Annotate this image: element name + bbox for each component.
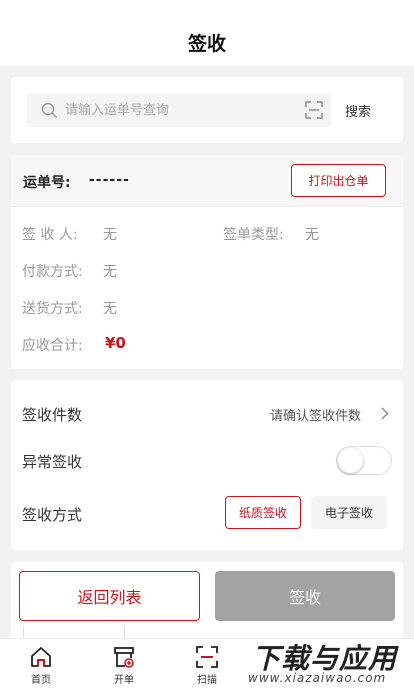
order-number-value: ------ (89, 172, 130, 188)
new-order-icon (114, 647, 134, 668)
scan-icon (196, 646, 218, 668)
watermark-logo: 下载与应用 www.xiazaiwao.com (248, 637, 412, 691)
total-due-value: ¥0 (105, 334, 126, 352)
order-number-label: 运单号: (23, 175, 71, 191)
payment-method-value: 无 (103, 264, 117, 280)
sign-button[interactable]: 签收 (215, 571, 395, 621)
tab-scan[interactable]: 扫描 (187, 645, 227, 686)
chevron-right-icon[interactable] (381, 407, 389, 420)
abnormal-sign-label: 异常签收 (22, 453, 83, 471)
watermark-url: www.xiazaiwao.com (248, 671, 387, 685)
search-input[interactable] (65, 93, 295, 127)
back-to-list-button[interactable]: 返回列表 (19, 571, 200, 621)
tab-home-label: 首页 (31, 675, 51, 686)
total-due-label: 应收合计: (22, 338, 83, 354)
toggle-knob (338, 448, 363, 473)
action-card: 返回列表 签收 (11, 562, 403, 642)
search-card: 搜索 (11, 77, 403, 143)
sign-options-card: 签收件数 请确认签收件数 异常签收 签收方式 纸质签收 电子签收 (11, 380, 403, 550)
abnormal-sign-toggle[interactable] (336, 446, 392, 475)
sign-count-hint[interactable]: 请确认签收件数 (270, 405, 361, 424)
scan-icon[interactable] (305, 101, 323, 119)
sign-count-label: 签收件数 (22, 406, 83, 424)
app-header: 签收 (0, 0, 414, 66)
order-card: 运单号: ------ 打印出仓单 签 收 人: 无 签单类型: 无 付款方式:… (11, 155, 403, 369)
search-box[interactable] (27, 93, 331, 127)
page-title: 签收 (187, 33, 226, 55)
tab-home[interactable]: 首页 (21, 645, 61, 686)
search-icon (41, 102, 58, 119)
receiver-label: 签 收 人: (22, 227, 78, 243)
paper-sign-button[interactable]: 纸质签收 (225, 496, 301, 529)
payment-method-label: 付款方式: (22, 264, 83, 280)
receiver-value: 无 (103, 227, 117, 243)
home-icon (31, 647, 51, 667)
tab-new-order[interactable]: 开单 (104, 645, 144, 686)
electronic-sign-button[interactable]: 电子签收 (311, 496, 387, 529)
tab-new-order-label: 开单 (114, 675, 134, 686)
sign-type-value: 无 (305, 227, 319, 243)
print-warehouse-button[interactable]: 打印出仓单 (291, 164, 386, 197)
tab-scan-label: 扫描 (197, 675, 217, 686)
order-header: 运单号: ------ 打印出仓单 (11, 155, 403, 207)
search-button[interactable]: 搜索 (345, 101, 371, 120)
sign-method-label: 签收方式 (22, 506, 83, 524)
sign-type-label: 签单类型: (223, 227, 284, 243)
delivery-method-value: 无 (103, 301, 117, 317)
delivery-method-label: 送货方式: (22, 301, 83, 317)
